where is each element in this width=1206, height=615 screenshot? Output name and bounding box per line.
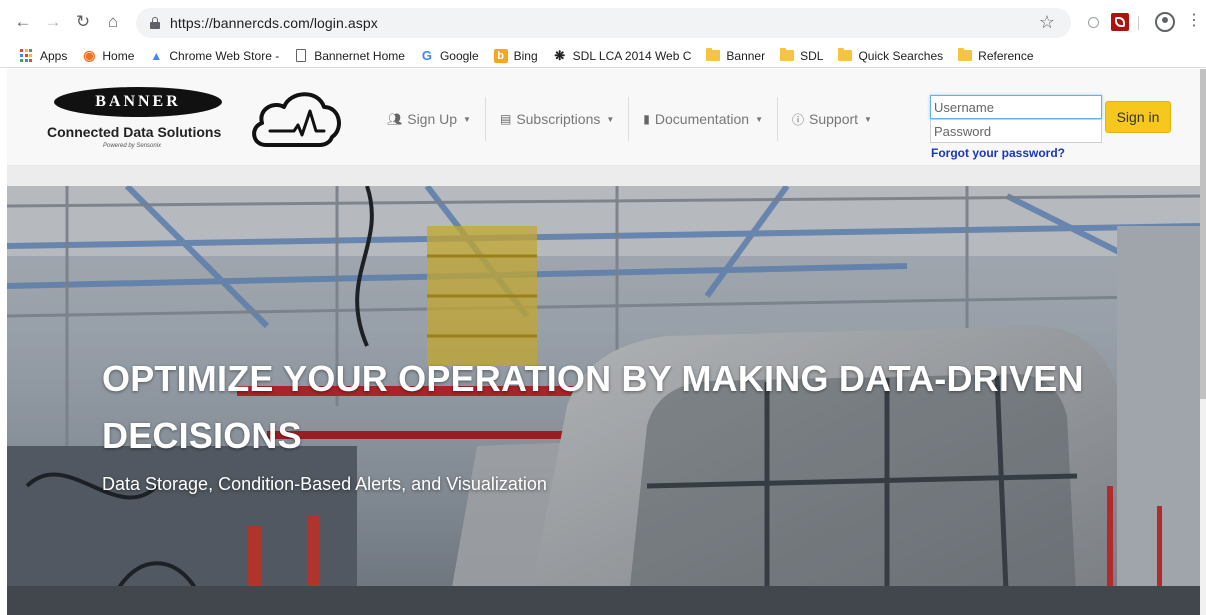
forgot-password-link[interactable]: Forgot your password? [931,146,1102,160]
nav-support[interactable]: ⓘ Support ▼ [778,97,886,141]
bookmark-chrome-web-store[interactable]: ▲ Chrome Web Store - [149,49,279,63]
bookmark-label: Bing [513,48,538,63]
address-bar[interactable]: https://bannercds.com/login.aspx ☆ [136,8,1071,38]
user-plus-icon: 👥︎ [387,112,403,126]
bookmark-label: SDL [800,48,824,63]
info-circle-icon: ⓘ [791,112,804,127]
cloud-chart-icon [252,92,341,147]
folder-icon [706,48,721,63]
sign-in-button[interactable]: Sign in [1105,101,1171,133]
bookmark-folder-sdl[interactable]: SDL [780,48,824,63]
hero-subheading: Data Storage, Condition-Based Alerts, an… [102,474,547,494]
username-input[interactable] [930,95,1102,119]
folder-icon [958,48,973,63]
back-arrow-icon[interactable]: ← [12,11,34,33]
bookmark-home[interactable]: ◉ Home [82,47,135,63]
bookmark-bing[interactable]: b Bing [493,48,538,63]
folder-icon [780,48,795,63]
sdl-icon: ❋ [554,47,566,63]
bookmark-google[interactable]: G Google [420,48,479,63]
forward-arrow-icon[interactable]: → [42,11,64,33]
extension-circle-icon[interactable] [1084,13,1102,31]
page-icon [294,49,308,63]
login-form: Forgot your password? [930,95,1102,160]
google-icon: G [421,48,432,63]
bookmark-folder-reference[interactable]: Reference [958,48,1034,63]
url-text[interactable]: https://bannercds.com/login.aspx [170,15,378,31]
header-divider-band [7,166,1200,186]
bookmark-bannernet-home[interactable]: Bannernet Home [294,49,405,63]
nav-documentation[interactable]: ▮ Documentation ▼ [629,97,778,141]
caret-down-icon: ▼ [606,114,615,124]
bookmark-label: Reference [978,48,1034,63]
brand-tagline: Connected Data Solutions [47,124,222,140]
home-shield-icon: ◉ [83,47,96,63]
folder-icon [838,48,853,63]
caret-down-icon: ▼ [755,114,763,124]
caret-down-icon: ▼ [864,114,872,124]
page-content: BANNER Connected Data Solutions Powered … [7,69,1200,615]
hero-banner: OPTIMIZE YOUR OPERATION BY MAKING DATA-D… [7,186,1200,615]
bookmark-label: Quick Searches [858,48,944,63]
nav-label: Subscriptions [516,111,601,127]
bookmark-label: Banner [726,48,766,63]
nav-label: Support [809,111,859,127]
nav-label: Documentation [654,111,750,127]
apps-grid-icon [20,48,34,63]
site-header: BANNER Connected Data Solutions Powered … [7,69,1200,166]
profile-icon[interactable] [1155,12,1175,32]
powered-by-text: Powered by Sensonix [103,143,162,149]
password-input[interactable] [930,119,1102,143]
bookmark-label: Chrome Web Store - [169,48,280,63]
caret-down-icon: ▼ [463,114,471,124]
hero-heading: OPTIMIZE YOUR OPERATION BY MAKING DATA-D… [102,358,1084,456]
bookmarks-bar: Apps ◉ Home ▲ Chrome Web Store - Bannern… [0,44,1206,68]
home-icon[interactable]: ⌂ [102,11,124,33]
book-icon: ▮ [643,112,650,126]
chrome-web-store-icon: ▲ [150,48,163,63]
toolbar-divider [1138,16,1139,30]
bookmark-star-icon[interactable]: ☆ [1039,12,1055,33]
credit-card-icon: ▤ [499,112,512,126]
main-nav: 👥︎ Sign Up ▼ ▤ Subscriptions ▼ ▮ Documen… [373,97,886,141]
bookmark-label: Google [439,48,479,63]
pdf-extension-icon[interactable] [1111,13,1129,31]
browser-menu-icon[interactable]: ⋮ [1186,12,1202,30]
reload-icon[interactable]: ↻ [72,11,94,33]
bookmark-label: Bannernet Home [314,48,405,63]
banner-wordmark: BANNER [54,87,222,117]
scrollbar-thumb[interactable] [1200,69,1206,399]
bookmark-apps[interactable]: Apps [20,48,68,63]
page-scrollbar[interactable] [1200,69,1206,615]
bookmark-folder-quick-searches[interactable]: Quick Searches [838,48,944,63]
bookmark-label: Apps [40,48,68,63]
lock-icon [150,17,160,29]
bookmark-label: SDL LCA 2014 Web C [572,48,692,63]
banner-logo[interactable]: BANNER Connected Data Solutions Powered … [47,87,237,149]
bookmark-label: Home [102,48,135,63]
bookmark-sdl-lca[interactable]: ❋ SDL LCA 2014 Web C [553,47,692,63]
nav-label: Sign Up [407,111,458,127]
bookmark-folder-banner[interactable]: Banner [706,48,766,63]
nav-subscriptions[interactable]: ▤ Subscriptions ▼ [486,97,630,141]
bing-icon: b [493,48,508,63]
nav-sign-up[interactable]: 👥︎ Sign Up ▼ [373,97,486,141]
browser-toolbar: ← → ↻ ⌂ https://bannercds.com/login.aspx… [0,0,1206,44]
